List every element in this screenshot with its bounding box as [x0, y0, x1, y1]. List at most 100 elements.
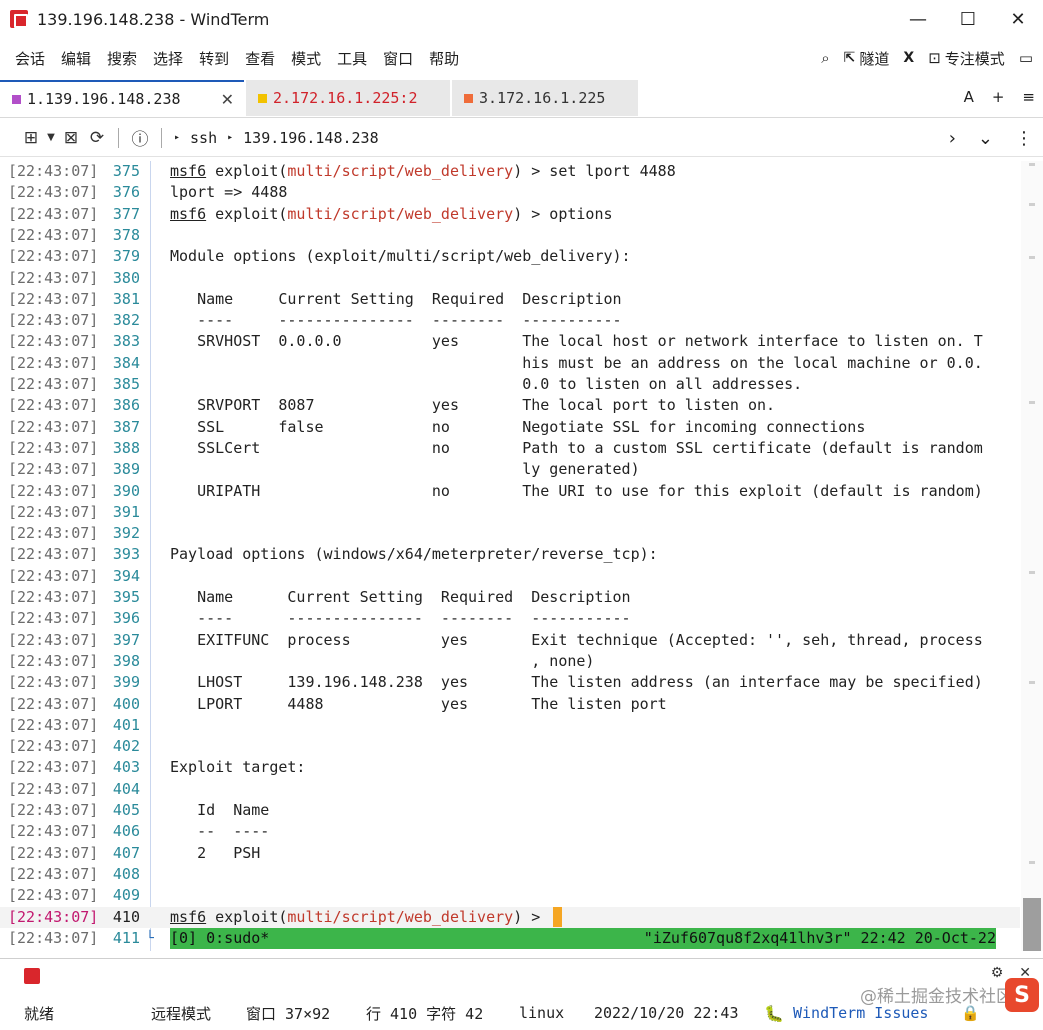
- menu-window[interactable]: 窗口: [375, 48, 421, 69]
- row-timestamp: [22:43:07]: [8, 907, 99, 926]
- terminal-row: [22:43:07] 377 msf6 exploit(multi/script/w…: [0, 204, 1020, 225]
- windterm-small-icon: [24, 968, 40, 984]
- tab-color-icon: [12, 94, 21, 104]
- menu-search[interactable]: 搜索: [99, 48, 145, 69]
- focus-mode-button[interactable]: ⊡ 专注模式: [928, 48, 1005, 69]
- info-icon[interactable]: ⓘ: [127, 125, 153, 151]
- terminal-pane[interactable]: [22:43:07] 375 msf6 exploit(multi/script/w…: [0, 161, 1043, 951]
- menu-view[interactable]: 查看: [237, 48, 283, 69]
- terminal-row: [22:43:07] 386 SRVPORT 8087 yes The local…: [0, 395, 1020, 416]
- close-session-icon[interactable]: ⊠: [58, 125, 84, 151]
- row-line-number: 390: [112, 481, 140, 500]
- terminal-row: [22:43:07] 376 lport => 4488: [0, 182, 1020, 203]
- terminal-row: [22:43:07] 379 Module options (exploit/mul…: [0, 246, 1020, 267]
- row-line-number: 409: [112, 886, 140, 905]
- row-timestamp: [22:43:07]: [8, 737, 99, 756]
- row-timestamp: [22:43:07]: [8, 225, 99, 244]
- row-line-number: 398: [112, 651, 140, 670]
- terminal-row: [22:43:07] 375 msf6 exploit(multi/script/w…: [0, 161, 1020, 182]
- tab-session-1[interactable]: 1.139.196.148.238 ✕: [0, 80, 244, 116]
- terminal-row: [22:43:07] 406 -- ----: [0, 821, 1020, 842]
- gear-icon[interactable]: ⚙: [991, 965, 1004, 981]
- terminal-row: [22:43:07] 404: [0, 779, 1020, 800]
- terminal-row: [22:43:07] 409: [0, 885, 1020, 906]
- row-timestamp: [22:43:07]: [8, 289, 99, 308]
- row-timestamp: [22:43:07]: [8, 332, 99, 351]
- menu-session[interactable]: 会话: [7, 48, 53, 69]
- new-session-icon[interactable]: ⊞: [18, 125, 44, 151]
- prompt-module: multi/script/web_delivery: [287, 162, 514, 180]
- terminal-scrollbar[interactable]: [1021, 161, 1043, 951]
- row-line-number: 392: [112, 524, 140, 543]
- row-timestamp: [22:43:07]: [8, 630, 99, 649]
- row-content: Id Name: [170, 801, 270, 819]
- row-line-number: 377: [112, 204, 140, 223]
- tunnel-button[interactable]: ⇱ 隧道: [844, 48, 890, 69]
- status-window-size: 窗口 37×92: [246, 1004, 331, 1023]
- menu-help[interactable]: 帮助: [421, 48, 467, 69]
- row-line-number: 387: [112, 417, 140, 436]
- breadcrumb-protocol[interactable]: ssh: [190, 129, 217, 147]
- row-content: ---- --------------- -------- ----------…: [170, 609, 631, 628]
- chevron-down-icon[interactable]: ⌄: [978, 128, 993, 149]
- tunnel-label: 隧道: [859, 49, 890, 68]
- row-line-number: 393: [112, 545, 140, 564]
- minimize-button[interactable]: —: [893, 0, 943, 38]
- reconnect-icon[interactable]: ⟳: [84, 125, 110, 151]
- terminal-row: [22:43:07] 385 0.0 to listen on all addre…: [0, 374, 1020, 395]
- menu-mode[interactable]: 模式: [283, 48, 329, 69]
- scroll-thumb[interactable]: [1023, 898, 1041, 951]
- terminal-row: [22:43:07] 399 LHOST 139.196.148.238 yes …: [0, 672, 1020, 693]
- row-timestamp: [22:43:07]: [8, 928, 99, 947]
- prompt-exploit: exploit(: [206, 907, 288, 926]
- session-toolbar: ⊞ ▼ ⊠ ⟳ ⓘ ▸ ssh ▸ 139.196.148.238 › ⌄ ⋮: [0, 119, 1043, 157]
- row-line-number: 376: [112, 183, 140, 202]
- search-button[interactable]: ⌕: [821, 49, 829, 67]
- fold-corner-icon: └: [146, 930, 154, 946]
- x-button[interactable]: X: [903, 50, 914, 66]
- layout-button[interactable]: ▭: [1019, 49, 1033, 67]
- row-content: Exploit target:: [170, 758, 306, 777]
- menu-right-group: ⌕ ⇱ 隧道 X ⊡ 专注模式 ▭: [821, 40, 1033, 76]
- row-timestamp: [22:43:07]: [8, 524, 99, 543]
- status-remote-mode[interactable]: 远程模式: [151, 996, 211, 1030]
- more-vertical-icon[interactable]: ⋮: [1015, 128, 1033, 149]
- window-controls: — ☐ ✕: [893, 0, 1043, 38]
- tab-close-icon[interactable]: ✕: [221, 90, 234, 109]
- prompt-close: ): [513, 162, 523, 180]
- row-timestamp: [22:43:07]: [8, 353, 99, 372]
- chevron-down-icon[interactable]: ▼: [44, 125, 58, 151]
- row-timestamp: [22:43:07]: [8, 864, 99, 883]
- row-line-number: 401: [112, 715, 140, 734]
- row-timestamp: [22:43:07]: [8, 588, 99, 606]
- tab-session-2[interactable]: 2.172.16.1.225:2: [246, 80, 450, 116]
- menu-tools[interactable]: 工具: [329, 48, 375, 69]
- row-timestamp: [22:43:07]: [8, 460, 99, 479]
- chevron-right-icon[interactable]: ›: [949, 128, 956, 149]
- row-content: msf6 exploit(multi/script/web_delivery) …: [170, 204, 613, 225]
- row-timestamp: [22:43:07]: [8, 396, 99, 415]
- menu-select[interactable]: 选择: [145, 48, 191, 69]
- new-tab-button[interactable]: +: [992, 88, 1005, 106]
- row-timestamp: [22:43:07]: [8, 843, 99, 862]
- breadcrumb-host[interactable]: 139.196.148.238: [243, 129, 378, 147]
- search-icon: ⌕: [821, 49, 830, 67]
- close-button[interactable]: ✕: [993, 0, 1043, 38]
- toolbar-divider: [118, 127, 119, 148]
- scroll-marker: [1029, 401, 1035, 404]
- row-line-number: 383: [112, 332, 140, 351]
- tab-session-3[interactable]: 3.172.16.1.225: [452, 80, 638, 116]
- menu-goto[interactable]: 转到: [191, 48, 237, 69]
- maximize-button[interactable]: ☐: [943, 0, 993, 38]
- row-timestamp: [22:43:07]: [8, 311, 99, 330]
- row-content: URIPATH no The URI to use for this explo…: [170, 481, 983, 500]
- row-timestamp: [22:43:07]: [8, 566, 99, 585]
- row-content: SRVHOST 0.0.0.0 yes The local host or ne…: [170, 332, 983, 351]
- menu-edit[interactable]: 编辑: [53, 48, 99, 69]
- tab-menu-button[interactable]: ≡: [1022, 88, 1035, 106]
- font-button[interactable]: A: [964, 88, 974, 106]
- focus-icon: ⊡: [928, 49, 941, 67]
- row-content: 0.0 to listen on all addresses.: [170, 375, 803, 393]
- terminal-row: [22:43:07] 382 ---- --------------- -----…: [0, 310, 1020, 331]
- terminal-row-current: [22:43:07] 410 msf6 exploit(multi/script/w…: [0, 906, 1020, 928]
